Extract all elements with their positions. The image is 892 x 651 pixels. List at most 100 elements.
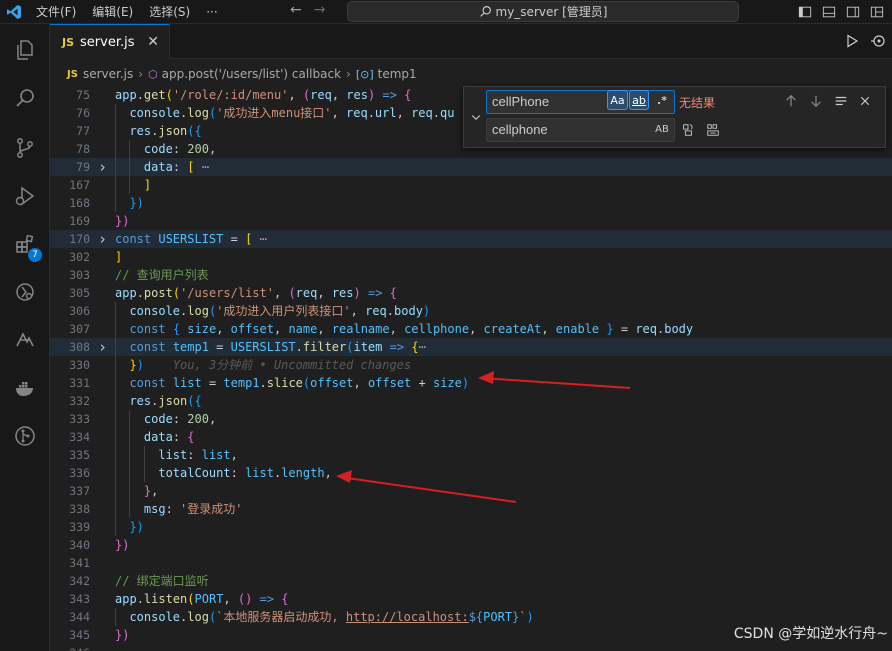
- code-text: }) You, 3分钟前 • Uncommitted changes: [129, 358, 412, 372]
- line-number: 336: [69, 466, 90, 480]
- replace-all-icon[interactable]: [705, 122, 721, 138]
- javascript-file-icon: JS: [67, 68, 78, 80]
- toggle-replace-chevron-down-icon[interactable]: [468, 107, 484, 127]
- code-line[interactable]: 170 › const USERSLIST = [ ⋯: [50, 230, 892, 248]
- replace-one-icon[interactable]: [680, 122, 696, 138]
- find-replace-widget: cellPhone Aa ab .* 无结果 cellphone AB: [463, 86, 886, 148]
- line-number: 334: [69, 430, 90, 444]
- activity-bar: 7: [0, 24, 50, 651]
- line-number: 168: [69, 196, 90, 210]
- command-center-search[interactable]: my_server [管理员]: [347, 1, 739, 22]
- code-line[interactable]: 341: [50, 554, 892, 572]
- code-line[interactable]: 336 totalCount: list.length,: [50, 464, 892, 482]
- code-text: }): [129, 196, 144, 210]
- search-icon[interactable]: [0, 76, 50, 120]
- code-text: ]: [143, 178, 152, 192]
- code-text: // 绑定端口监听: [115, 574, 209, 588]
- line-number: 341: [69, 556, 90, 570]
- code-line[interactable]: 337 },: [50, 482, 892, 500]
- menu-selection[interactable]: 选择(S): [141, 3, 198, 20]
- fold-chevron-right-icon[interactable]: ›: [98, 230, 110, 248]
- line-number: 308: [69, 340, 90, 354]
- code-line[interactable]: 338 msg: '登录成功': [50, 500, 892, 518]
- fold-chevron-right-icon[interactable]: ›: [98, 158, 110, 176]
- code-line[interactable]: 169}): [50, 212, 892, 230]
- find-in-selection-icon[interactable]: [833, 93, 849, 109]
- replace-input[interactable]: cellphone: [486, 118, 675, 142]
- breadcrumb-file[interactable]: server.js: [83, 67, 133, 81]
- remote-explorer-icon[interactable]: [0, 270, 50, 314]
- preserve-case-toggle[interactable]: AB: [652, 119, 672, 139]
- code-line[interactable]: 332 res.json({: [50, 392, 892, 410]
- code-text: // 查询用户列表: [115, 268, 209, 282]
- code-line[interactable]: 342 // 绑定端口监听: [50, 572, 892, 590]
- chevron-right-icon: ›: [138, 67, 144, 81]
- run-file-icon[interactable]: [844, 33, 860, 49]
- search-icon: [479, 6, 491, 17]
- toggle-panel-icon[interactable]: [822, 5, 836, 19]
- docker-icon[interactable]: [0, 366, 50, 410]
- menu-edit[interactable]: 编辑(E): [84, 3, 141, 20]
- code-line[interactable]: 331 const list = temp1.slice(offset, off…: [50, 374, 892, 392]
- code-line[interactable]: 302]: [50, 248, 892, 266]
- toggle-secondary-sidebar-icon[interactable]: [846, 5, 860, 19]
- code-line[interactable]: 343 app.listen(PORT, () => {: [50, 590, 892, 608]
- customize-layout-icon[interactable]: [870, 5, 884, 19]
- source-control-icon[interactable]: [0, 126, 50, 170]
- code-line[interactable]: 168 }): [50, 194, 892, 212]
- forward-arrow-icon[interactable]: →: [314, 2, 326, 18]
- tab-label: server.js: [80, 34, 135, 50]
- explorer-icon[interactable]: [0, 28, 50, 72]
- code-line[interactable]: 340}): [50, 536, 892, 554]
- line-number: 170: [69, 232, 90, 246]
- next-match-arrow-down-icon[interactable]: [808, 93, 824, 109]
- code-line[interactable]: 307 const { size, offset, name, realname…: [50, 320, 892, 338]
- line-number: 338: [69, 502, 90, 516]
- code-line[interactable]: 346: [50, 644, 892, 651]
- title-bar: 文件(F) 编辑(E) 选择(S) ··· ← → my_server [管理员…: [0, 0, 892, 24]
- breadcrumb-symbol[interactable]: temp1: [378, 67, 417, 81]
- code-text: console.log(`本地服务器启动成功, http://localhost…: [129, 610, 534, 624]
- code-line[interactable]: 167 ]: [50, 176, 892, 194]
- code-line[interactable]: 330 }) You, 3分钟前 • Uncommitted changes: [50, 356, 892, 374]
- code-line[interactable]: 305 app.post('/users/list', (req, res) =>…: [50, 284, 892, 302]
- extensions-icon[interactable]: 7: [0, 222, 50, 266]
- code-line[interactable]: 308 › const temp1 = USERSLIST.filter(item…: [50, 338, 892, 356]
- code-line[interactable]: 333 code: 200,: [50, 410, 892, 428]
- code-line[interactable]: 334 data: {: [50, 428, 892, 446]
- breadcrumb: JS server.js › ⬡ app.post('/users/list')…: [50, 59, 892, 89]
- testing-icon[interactable]: [0, 318, 50, 362]
- tab-server-js[interactable]: JS server.js ✕: [50, 24, 170, 59]
- line-number: 77: [76, 124, 90, 138]
- previous-match-arrow-up-icon[interactable]: [783, 93, 799, 109]
- code-text: const temp1 = USERSLIST.filter(item => {…: [129, 340, 426, 354]
- line-number: 342: [69, 574, 90, 588]
- menu-more[interactable]: ···: [198, 5, 225, 19]
- code-editor[interactable]: 75 app.get('/role/:id/menu', (req, res) =…: [50, 86, 892, 651]
- code-text: },: [143, 484, 159, 498]
- code-line[interactable]: 79 › data: [ ⋯: [50, 158, 892, 176]
- back-arrow-icon[interactable]: ←: [290, 2, 302, 18]
- menu-file[interactable]: 文件(F): [28, 3, 84, 20]
- line-number: 78: [76, 142, 90, 156]
- open-changes-icon[interactable]: [870, 33, 886, 49]
- whole-word-toggle[interactable]: ab: [629, 90, 649, 110]
- line-number: 167: [69, 178, 90, 192]
- line-number: 302: [69, 250, 90, 264]
- code-text: list: list,: [158, 448, 238, 462]
- regex-toggle[interactable]: .*: [652, 90, 672, 110]
- breadcrumb-function[interactable]: app.post('/users/list') callback: [162, 67, 341, 81]
- fold-chevron-right-icon[interactable]: ›: [98, 338, 110, 356]
- tab-close-icon[interactable]: ✕: [147, 34, 159, 50]
- git-graph-icon[interactable]: [0, 414, 50, 458]
- run-debug-icon[interactable]: [0, 174, 50, 218]
- close-find-icon[interactable]: [857, 93, 873, 109]
- code-line[interactable]: 306 console.log('成功进入用户列表接口', req.body): [50, 302, 892, 320]
- find-result-status: 无结果: [679, 96, 716, 110]
- code-line[interactable]: 339 }): [50, 518, 892, 536]
- code-line[interactable]: 303 // 查询用户列表: [50, 266, 892, 284]
- match-case-toggle[interactable]: Aa: [607, 90, 628, 110]
- editor-tab-bar: JS server.js ✕: [50, 24, 892, 59]
- code-line[interactable]: 335 list: list,: [50, 446, 892, 464]
- toggle-primary-sidebar-icon[interactable]: [798, 5, 812, 19]
